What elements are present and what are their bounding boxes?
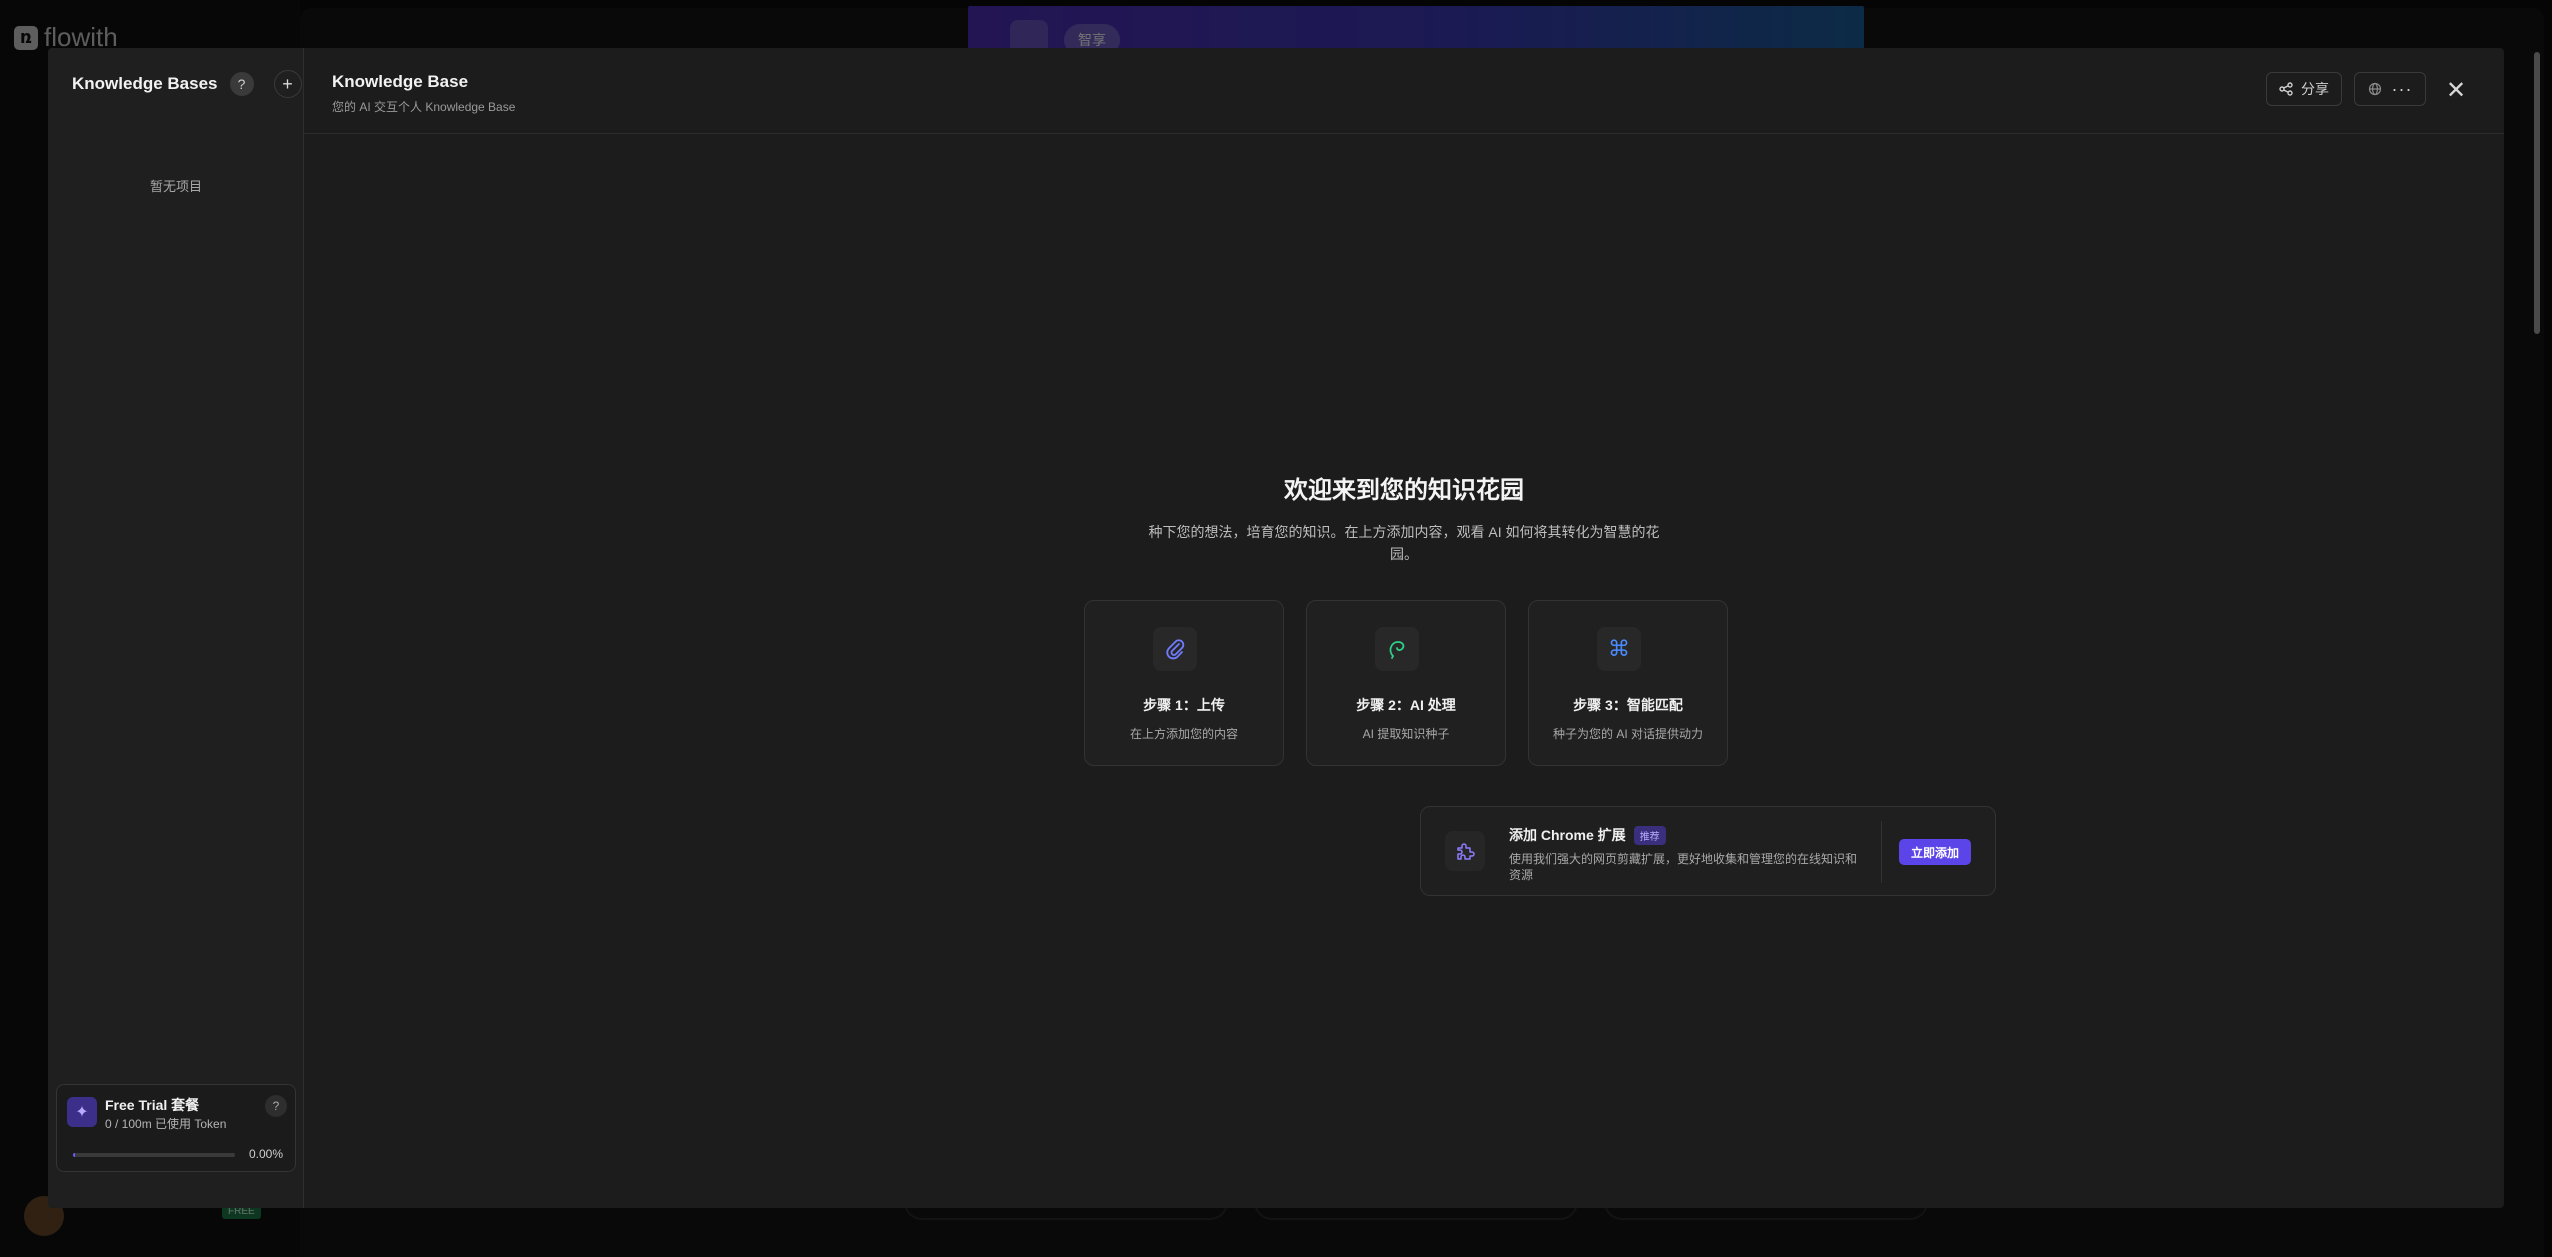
step-card-smart-match: ⌘ 步骤 3：智能匹配 种子为您的 AI 对话提供动力 [1528,600,1728,766]
close-icon[interactable]: ✕ [2442,76,2470,104]
page-scrollbar-thumb[interactable] [2534,52,2540,334]
welcome-title: 欢迎来到您的知识花园 [1284,477,1524,504]
chrome-title-text: 添加 Chrome 扩展 [1509,827,1626,843]
sidebar-title: Knowledge Bases [72,74,218,93]
chrome-extension-title: 添加 Chrome 扩展 推荐 [1509,825,1666,845]
question-icon[interactable]: ? [229,72,254,96]
usage-percent: 0.00% [248,1147,283,1161]
plus-icon: + [282,73,293,94]
plan-help-icon[interactable]: ? [265,1095,287,1117]
add-extension-button[interactable]: 立即添加 [1899,839,1971,865]
chrome-extension-description: 使用我们强大的网页剪藏扩展，更好地收集和管理您的在线知识和资源 [1509,852,1858,882]
sparkle-icon: ✦ [67,1097,97,1127]
step-card-ai-process: 步骤 2：AI 处理 AI 提取知识种子 [1306,600,1506,766]
step-desc: 在上方添加您的内容 [1129,727,1238,741]
page-title: Knowledge Base [332,72,469,91]
share-label: 分享 [2301,81,2329,97]
step-desc: 种子为您的 AI 对话提供动力 [1552,727,1703,741]
steps-row: 步骤 1：上传 在上方添加您的内容 步骤 2：AI 处理 AI 提取知识种子 ⌘… [1084,600,1728,766]
chrome-extension-card: 添加 Chrome 扩展 推荐 使用我们强大的网页剪藏扩展，更好地收集和管理您的… [1420,806,1996,896]
divider [1881,821,1882,883]
main-header: Knowledge Base 您的 AI 交互个人 Knowledge Base… [304,48,2504,134]
share-icon [2279,82,2293,96]
sidebar-header: Knowledge Bases ? + [72,70,302,98]
knowledge-bases-sidebar: Knowledge Bases ? + 暂无项目 ✦ Free Trial 套餐… [48,48,304,1208]
welcome-description: 种下您的想法，培育您的知识。在上方添加内容，观看 AI 如何将其转化为智慧的花园… [1148,524,1660,562]
paperclip-icon [1153,627,1197,671]
step-desc: AI 提取知识种子 [1362,727,1450,741]
share-button[interactable]: 分享 [2266,72,2342,106]
page-subtitle: 您的 AI 交互个人 Knowledge Base [332,100,516,114]
step-title: 步骤 1：上传 [1143,697,1225,713]
puzzle-icon [1445,831,1485,871]
add-knowledge-base-button[interactable]: + [273,70,302,98]
step-title: 步骤 2：AI 处理 [1356,697,1456,713]
globe-icon [2368,82,2381,96]
plan-usage: 0 / 100m 已使用 Token [105,1117,227,1131]
more-options-button[interactable]: ··· [2354,72,2426,106]
usage-progress-bar [73,1153,235,1157]
plan-name: Free Trial 套餐 [105,1097,200,1113]
more-icon: ··· [2391,78,2413,99]
knowledge-base-modal: Knowledge Bases ? + 暂无项目 ✦ Free Trial 套餐… [48,48,2504,1208]
welcome-section: 欢迎来到您的知识花园 种下您的想法，培育您的知识。在上方添加内容，观看 AI 如… [304,470,2504,565]
step-title: 步骤 3：智能匹配 [1573,697,1683,713]
command-icon: ⌘ [1597,627,1641,671]
step-card-upload: 步骤 1：上传 在上方添加您的内容 [1084,600,1284,766]
empty-state-text: 暂无项目 [149,179,202,194]
recommended-badge: 推荐 [1633,825,1666,845]
plan-card[interactable]: ✦ Free Trial 套餐 0 / 100m 已使用 Token ? 0.0… [56,1084,296,1172]
usage-progress-fill [73,1153,75,1157]
seed-icon [1375,627,1419,671]
knowledge-base-main: Knowledge Base 您的 AI 交互个人 Knowledge Base… [304,48,2504,1208]
